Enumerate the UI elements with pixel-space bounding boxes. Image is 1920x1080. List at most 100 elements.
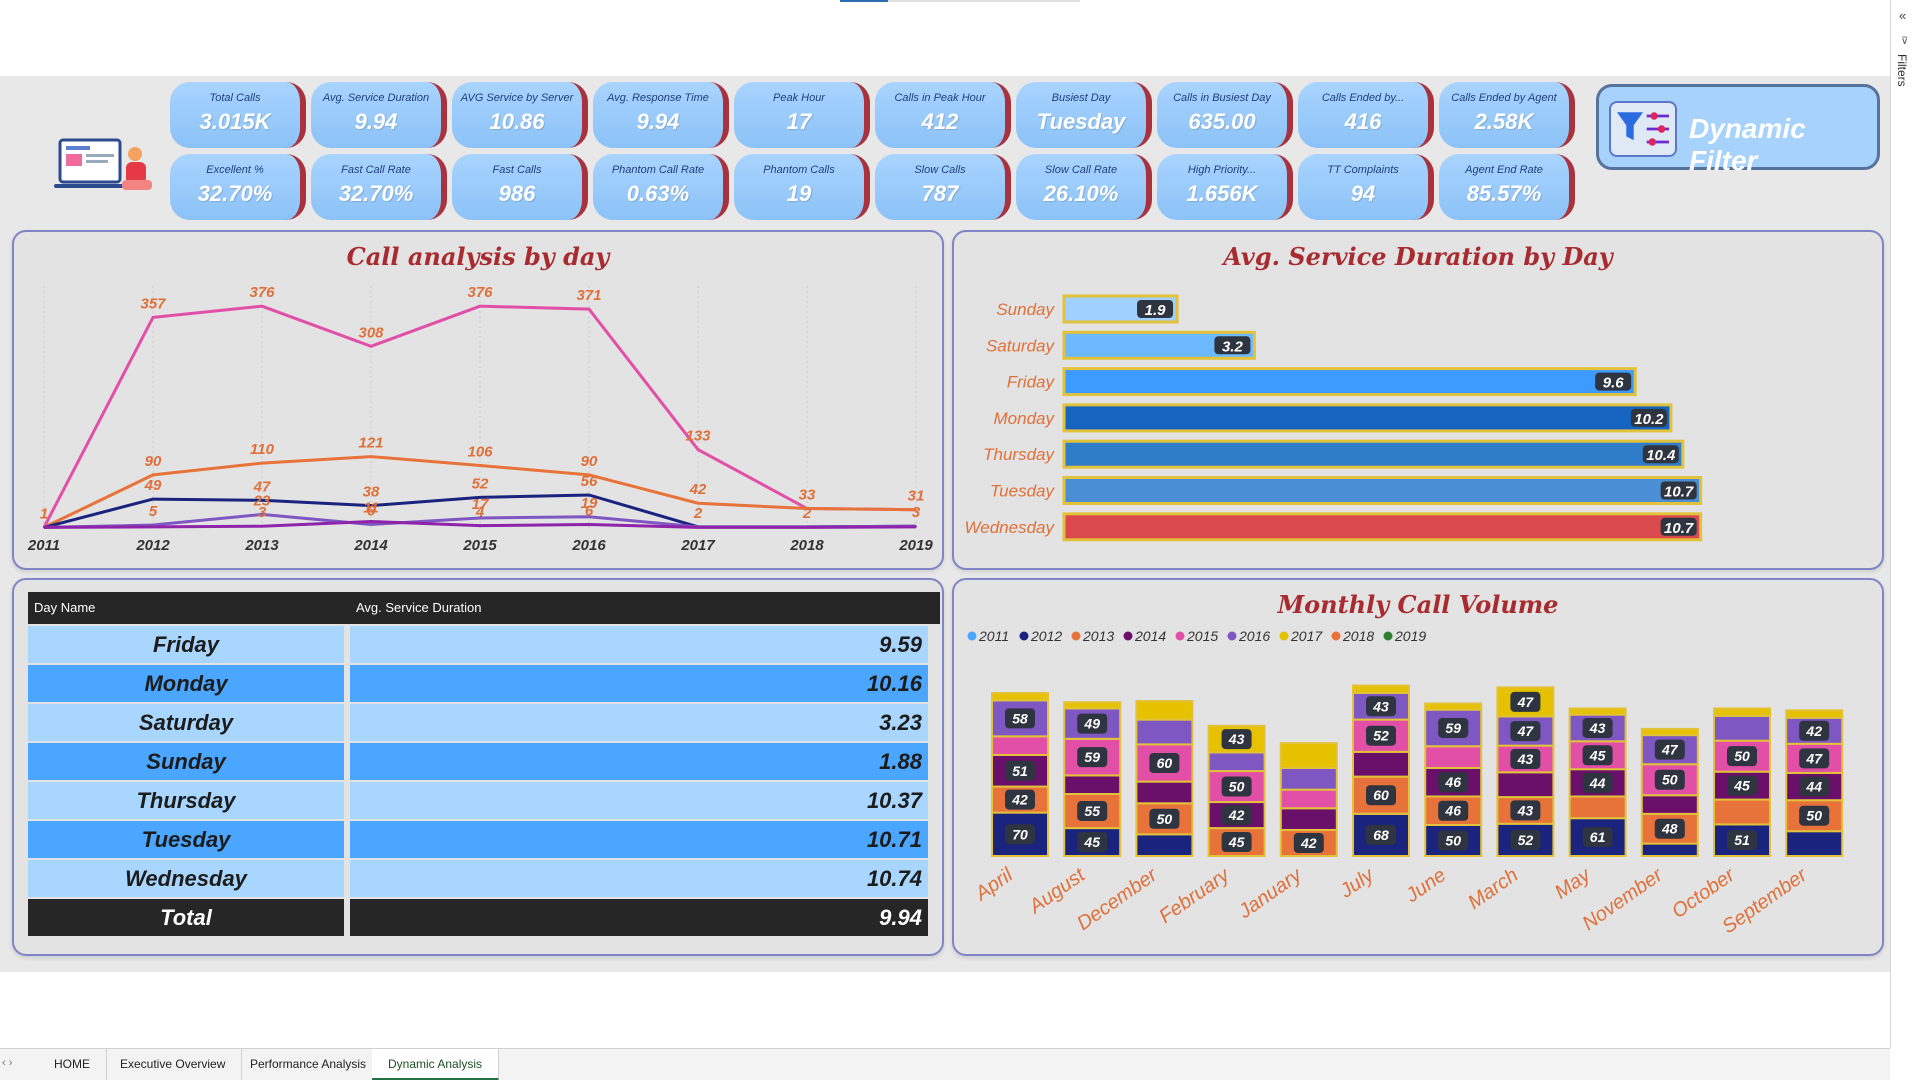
kpi-card[interactable]: Fast Call Rate 32.70% — [311, 154, 447, 220]
segment-value-label: 45 — [1083, 834, 1100, 850]
collapse-chevron-icon[interactable]: « — [1899, 8, 1906, 23]
tab-performance-analysis[interactable]: Performance Analysis — [234, 1049, 384, 1080]
data-label: 90 — [145, 453, 162, 470]
x-category-label: November — [1578, 863, 1667, 935]
page-indicator[interactable] — [840, 0, 1080, 2]
kpi-card[interactable]: Avg. Response Time 9.94 — [593, 82, 729, 148]
x-category-label: February — [1155, 864, 1234, 928]
stack-segment — [1424, 702, 1483, 711]
kpi-card[interactable]: Calls in Busiest Day 635.00 — [1157, 82, 1293, 148]
table-header-duration[interactable]: Avg. Service Duration — [350, 592, 928, 624]
table-row[interactable]: Sunday 1.88 — [28, 743, 940, 780]
kpi-card[interactable]: Excellent % 32.70% — [170, 154, 306, 220]
x-tick-label: 2015 — [462, 537, 497, 554]
table-row[interactable]: Saturday 3.23 — [28, 704, 940, 741]
data-point — [261, 462, 263, 464]
kpi-card[interactable]: Phantom Calls 19 — [734, 154, 870, 220]
kpi-card[interactable]: Avg. Service Duration 9.94 — [311, 82, 447, 148]
bar — [1062, 439, 1685, 469]
kpi-value: 10.86 — [489, 109, 545, 134]
segment-value-label: 50 — [1734, 748, 1750, 764]
data-label: 371 — [576, 287, 601, 304]
data-point — [697, 502, 699, 505]
table-row[interactable]: Wednesday 10.74 — [28, 860, 940, 897]
kpi-card[interactable]: Peak Hour 17 — [734, 82, 870, 148]
x-tick-label: 2017 — [680, 537, 715, 554]
kpi-value: 85.57% — [1466, 181, 1542, 206]
segment-value-label: 46 — [1444, 774, 1461, 790]
kpi-value: 32.70% — [197, 181, 273, 206]
stack-segment — [991, 735, 1049, 756]
dynamic-filter-button[interactable]: Dynamic Filter — [1596, 84, 1880, 176]
kpi-value: 9.94 — [636, 109, 680, 134]
stacked-chart[interactable]: 2011 2012 2013 2014 2015 2016 2017 2018 2019 70 42… — [954, 580, 1882, 954]
bar — [1062, 476, 1703, 505]
stack-segment — [1135, 833, 1194, 858]
data-point — [479, 524, 481, 527]
kpi-card[interactable]: Calls Ended by... 416 — [1298, 82, 1434, 148]
kpi-card[interactable]: Phantom Call Rate 0.63% — [593, 154, 729, 220]
dynamic-filter-label: Dynamic Filter — [1689, 113, 1806, 176]
x-tick-label: 2019 — [898, 537, 933, 554]
data-label: 357 — [140, 295, 166, 312]
data-label: 90 — [581, 453, 598, 470]
segment-value-label: 47 — [1805, 750, 1823, 766]
kpi-card[interactable]: Slow Call Rate 26.10% — [1016, 154, 1152, 220]
table-header-day[interactable]: Day Name — [28, 592, 344, 624]
tab-home[interactable]: HOME — [38, 1049, 107, 1080]
segment-value-label: 45 — [1228, 834, 1245, 850]
segment-value-label: 44 — [1589, 775, 1606, 791]
legend-marker — [1019, 631, 1029, 641]
legend-label: 2015 — [1186, 628, 1218, 644]
kpi-card[interactable]: TT Complaints 94 — [1298, 154, 1434, 220]
kpi-card[interactable]: High Priority... 1.656K — [1157, 154, 1293, 220]
table-row[interactable]: Monday 10.16 — [28, 665, 940, 702]
table-cell-day: Wednesday — [28, 860, 344, 897]
segment-value-label: 51 — [1734, 832, 1750, 848]
tab-nav-arrows-icon[interactable]: ‹ › — [2, 1057, 12, 1069]
legend-marker — [1071, 631, 1081, 641]
data-point — [479, 464, 481, 467]
table-cell-day: Friday — [28, 626, 344, 663]
line-chart[interactable]: 2011 2012 2013 2014 2015 2016 2017 2018 2019 1 357… — [14, 232, 942, 568]
stack-segment — [1785, 709, 1844, 719]
kpi-card[interactable]: Busiest Day Tuesday — [1016, 82, 1152, 148]
line-chart-panel[interactable]: Call analysis by day 2011 2012 2013 2014 201… — [12, 230, 944, 570]
kpi-card[interactable]: Calls Ended by Agent 2.58K — [1439, 82, 1575, 148]
bar-chart-panel[interactable]: Avg. Service Duration by Day Sunday 1.9 Sa… — [952, 230, 1884, 570]
stack-segment — [1568, 795, 1627, 820]
kpi-card[interactable]: Total Calls 3.015K — [170, 82, 306, 148]
kpi-card[interactable]: AVG Service by Server 10.86 — [452, 82, 588, 148]
segment-value-label: 50 — [1157, 811, 1173, 827]
kpi-card[interactable]: Fast Calls 986 — [452, 154, 588, 220]
table-row[interactable]: Thursday 10.37 — [28, 782, 940, 819]
x-tick-label: 2011 — [27, 537, 60, 554]
stack-segment — [1713, 707, 1771, 717]
table-total-value: 9.94 — [350, 899, 928, 936]
data-label: 133 — [685, 428, 711, 445]
segment-value-label: 52 — [1518, 832, 1534, 848]
segment-value-label: 50 — [1445, 833, 1461, 849]
data-label: 3 — [912, 504, 921, 521]
tab-executive-overview[interactable]: Executive Overview — [104, 1049, 243, 1080]
legend-label: 2011 — [978, 628, 1009, 644]
x-category-label: August — [1025, 863, 1091, 918]
segment-value-label: 49 — [1083, 716, 1100, 732]
filters-label[interactable]: Filters — [1895, 54, 1909, 87]
page-tabs: ‹ › HOME Executive Overview Performance … — [0, 1048, 1890, 1080]
table-panel: Day Name Avg. Service Duration Friday 9.5… — [12, 578, 944, 956]
data-label: 11 — [363, 500, 379, 517]
tab-dynamic-analysis[interactable]: Dynamic Analysis — [372, 1049, 500, 1080]
filters-pane[interactable]: « ⊽ Filters — [1890, 0, 1920, 1048]
table-row[interactable]: Tuesday 10.71 — [28, 821, 940, 858]
segment-value-label: 50 — [1806, 808, 1822, 824]
x-tick-label: 2013 — [244, 537, 279, 554]
data-point — [588, 523, 590, 526]
kpi-card[interactable]: Calls in Peak Hour 412 — [875, 82, 1011, 148]
kpi-card[interactable]: Slow Calls 787 — [875, 154, 1011, 220]
table-row[interactable]: Friday 9.59 — [28, 626, 940, 663]
stacked-chart-panel[interactable]: Monthly Call Volume 2011 2012 2013 2014 2015… — [952, 578, 1884, 956]
kpi-card[interactable]: Agent End Rate 85.57% — [1439, 154, 1575, 220]
kpi-label: Total Calls — [209, 92, 261, 104]
bar-chart[interactable]: Sunday 1.9 Saturday 3.2 Friday 9.6 Monday 10.2 T… — [954, 232, 1882, 568]
